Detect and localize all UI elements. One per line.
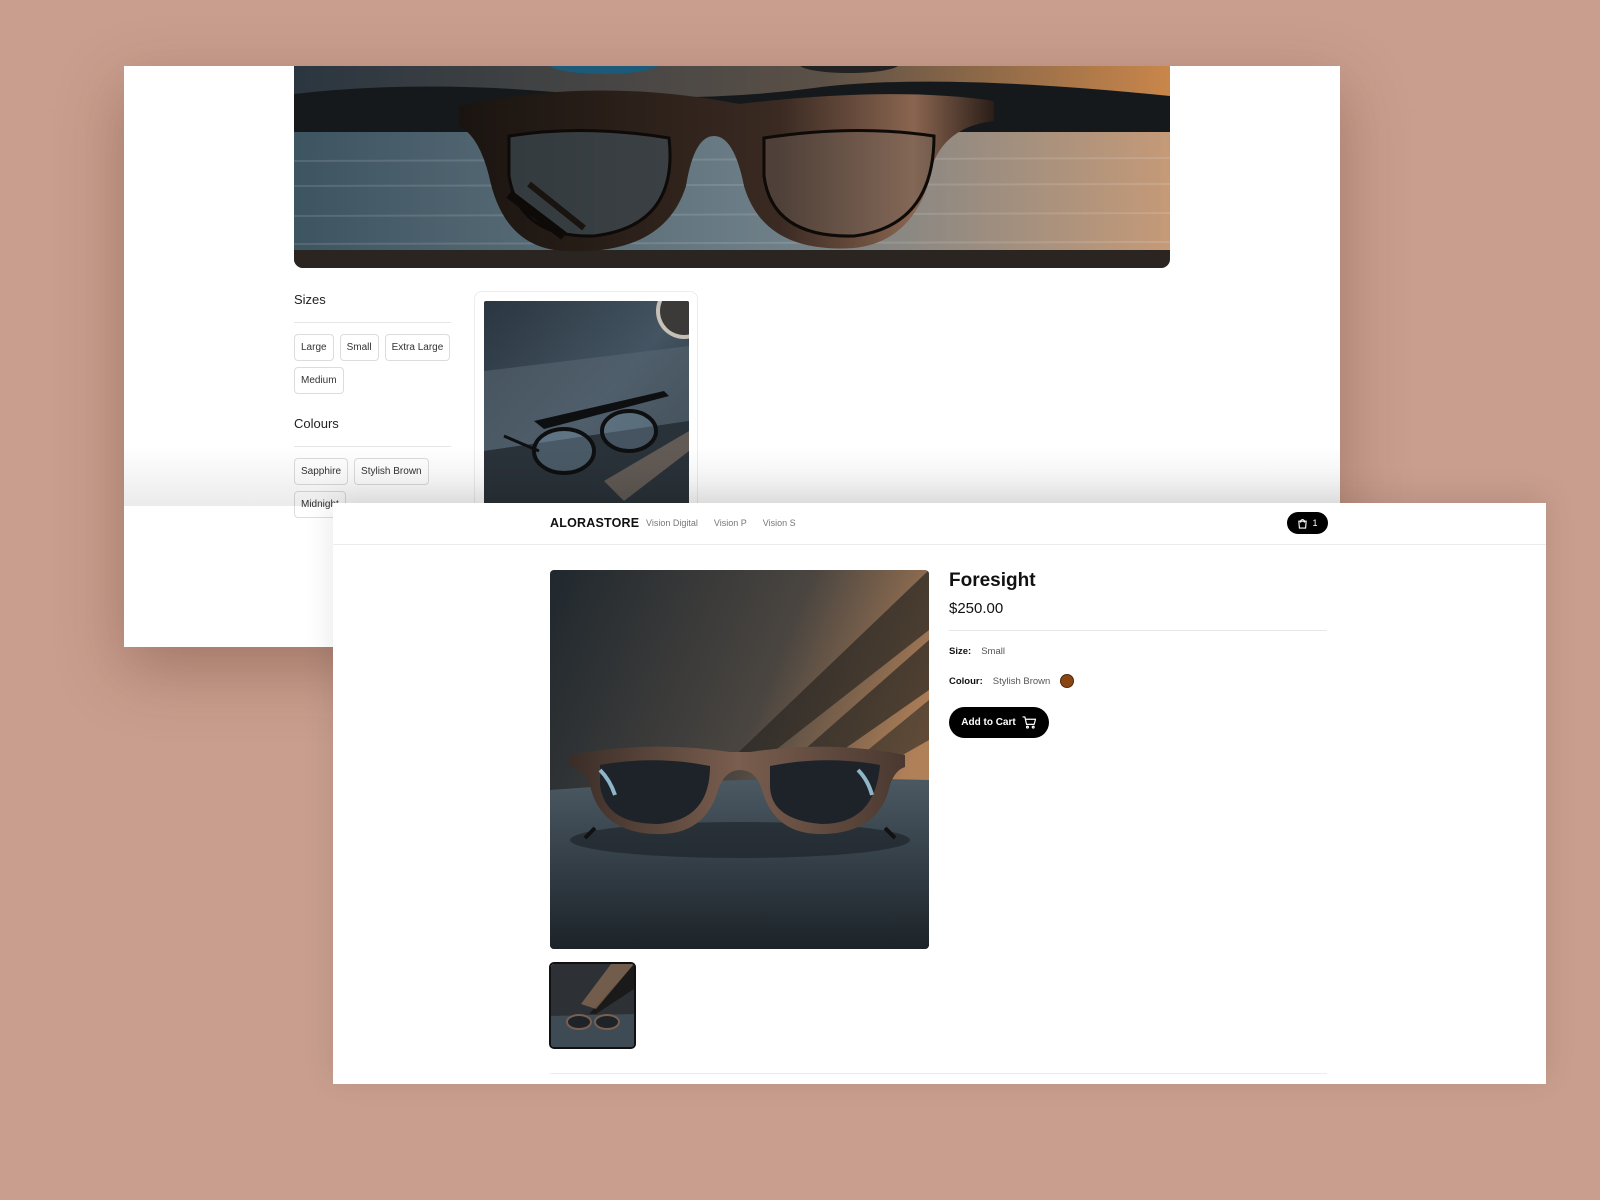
hero-banner-image <box>294 66 1170 268</box>
cart-count: 1 <box>1312 518 1318 528</box>
product-card[interactable] <box>474 291 698 533</box>
product-main-image <box>550 570 929 949</box>
front-browser-window: ALORASTORE Vision Digital Vision P Visio… <box>333 503 1546 1084</box>
product-title: Foresight <box>949 570 1036 591</box>
cart-button[interactable]: 1 <box>1287 512 1328 534</box>
size-chip-large[interactable]: Large <box>294 334 334 361</box>
colours-heading: Colours <box>294 416 339 431</box>
nav-link-vision-s[interactable]: Vision S <box>763 518 796 528</box>
cart-icon <box>1022 716 1037 729</box>
product-card-image <box>484 301 689 532</box>
size-label: Size: <box>949 645 972 657</box>
shopping-bag-icon <box>1297 518 1308 529</box>
main-glasses-photo <box>550 570 929 949</box>
store-logo[interactable]: ALORASTORE <box>550 516 639 530</box>
colour-value: Stylish Brown <box>992 675 1051 687</box>
size-value: Small <box>981 645 1005 657</box>
divider <box>294 322 451 323</box>
divider <box>949 630 1327 631</box>
add-to-cart-label: Add to Cart <box>961 717 1016 728</box>
size-chip-group: Large Small Extra Large Medium <box>294 334 451 394</box>
thumbnail-glasses-photo <box>551 964 634 1047</box>
colour-swatch <box>1060 674 1075 688</box>
nav-link-vision-digital[interactable]: Vision Digital <box>646 518 698 528</box>
product-price: $250.00 <box>949 600 1004 617</box>
hero-glasses-photo <box>294 66 1170 268</box>
divider <box>550 1073 1327 1074</box>
top-nav: ALORASTORE Vision Digital Vision P Visio… <box>333 503 1546 545</box>
colour-label: Colour: <box>949 675 983 687</box>
product-thumbnail-selected[interactable] <box>549 962 636 1049</box>
colour-chip-stylish-brown[interactable]: Stylish Brown <box>354 458 429 485</box>
colour-chip-sapphire[interactable]: Sapphire <box>294 458 349 485</box>
product-info-panel: Foresight $250.00 Size: Small Colour: St… <box>949 570 1327 738</box>
nav-link-vision-p[interactable]: Vision P <box>714 518 747 528</box>
card-glasses-photo <box>484 301 689 532</box>
size-row: Size: Small <box>949 643 1327 659</box>
size-chip-medium[interactable]: Medium <box>294 367 344 394</box>
sizes-heading: Sizes <box>294 292 326 307</box>
add-to-cart-button[interactable]: Add to Cart <box>949 707 1049 738</box>
divider <box>294 446 451 447</box>
nav-links: Vision Digital Vision P Vision S <box>646 518 796 528</box>
size-chip-small[interactable]: Small <box>339 334 379 361</box>
size-chip-extra-large[interactable]: Extra Large <box>384 334 451 361</box>
colour-row: Colour: Stylish Brown <box>949 673 1327 689</box>
